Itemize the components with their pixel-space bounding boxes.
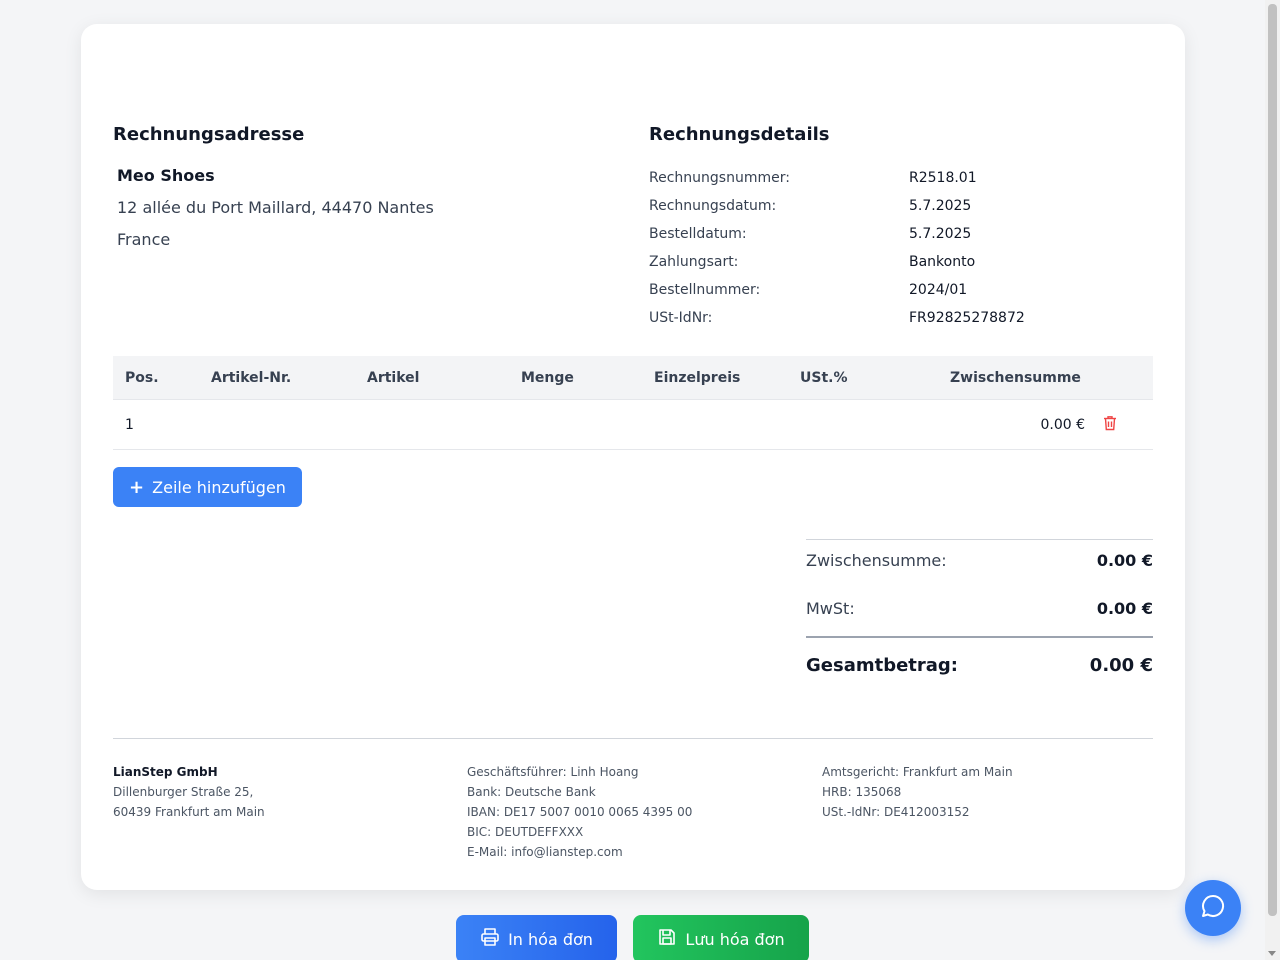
grand-total-row: Gesamtbetrag: 0.00 € <box>806 638 1153 692</box>
header-pos: Pos. <box>125 369 159 386</box>
line-items-table: Pos. Artikel-Nr. Artikel Menge Einzelpre… <box>113 356 1153 450</box>
header-article: Artikel <box>367 369 420 386</box>
detail-label: USt-IdNr: <box>649 310 713 326</box>
scroll-down-arrow[interactable] <box>1268 951 1276 956</box>
vat-value: 0.00 € <box>1096 598 1153 618</box>
save-icon <box>657 927 677 951</box>
plus-icon: + <box>129 476 145 498</box>
company-street: Dillenburger Straße 25, <box>113 785 254 799</box>
header-subtotal: Zwischensumme <box>950 369 1081 386</box>
printer-icon <box>480 927 500 951</box>
detail-value[interactable]: Bankonto <box>909 254 975 270</box>
company-vat-id: USt.-IdNr: DE412003152 <box>822 805 970 819</box>
add-row-label: Zeile hinzufügen <box>152 477 286 497</box>
trash-icon[interactable] <box>1103 415 1119 433</box>
grand-total-value: 0.00 € <box>1089 654 1153 676</box>
totals-summary: Zwischensumme: 0.00 € MwSt: 0.00 € Gesam… <box>806 539 1153 692</box>
page-scrollbar[interactable] <box>1265 0 1280 960</box>
save-label: Lưu hóa đơn <box>685 929 785 949</box>
bic: BIC: DEUTDEFFXXX <box>467 825 584 839</box>
detail-label: Zahlungsart: <box>649 254 739 270</box>
detail-value[interactable]: 5.7.2025 <box>909 198 971 214</box>
invoice-details-title: Rechnungsdetails <box>649 124 830 145</box>
subtotal-row: Zwischensumme: 0.00 € <box>806 540 1153 580</box>
scrollbar-thumb[interactable] <box>1268 4 1277 916</box>
invoice-card: Rechnungsadresse Meo Shoes 12 allée du P… <box>81 24 1185 890</box>
customer-country: France <box>117 230 171 249</box>
hrb: HRB: 135068 <box>822 785 902 799</box>
header-unit-price: Einzelpreis <box>654 369 741 386</box>
email: E-Mail: info@lianstep.com <box>467 845 623 859</box>
header-quantity: Menge <box>521 369 574 386</box>
vat-row: MwSt: 0.00 € <box>806 580 1153 636</box>
footer-bank: Geschäftsführer: Linh Hoang Bank: Deutsc… <box>467 762 692 862</box>
cell-pos: 1 <box>125 416 134 433</box>
bank-name: Bank: Deutsche Bank <box>467 785 596 799</box>
billing-address-title: Rechnungsadresse <box>113 124 305 145</box>
detail-row-invoice-number: Rechnungsnummer: R2518.01 <box>649 164 1169 192</box>
detail-value[interactable]: R2518.01 <box>909 170 977 186</box>
header-article-no: Artikel-Nr. <box>211 369 292 386</box>
footer-company: LianStep GmbH Dillenburger Straße 25, 60… <box>113 762 265 822</box>
detail-label: Rechnungsnummer: <box>649 170 790 186</box>
chat-button[interactable] <box>1185 880 1241 936</box>
company-city: 60439 Frankfurt am Main <box>113 805 265 819</box>
print-invoice-button[interactable]: In hóa đơn <box>456 915 617 960</box>
grand-total-label: Gesamtbetrag: <box>806 654 959 676</box>
vat-label: MwSt: <box>806 598 855 618</box>
detail-value[interactable]: FR92825278872 <box>909 310 1025 326</box>
iban: IBAN: DE17 5007 0010 0065 4395 00 <box>467 805 693 819</box>
chat-bubble-icon <box>1200 893 1226 923</box>
save-invoice-button[interactable]: Lưu hóa đơn <box>633 915 809 960</box>
add-row-button[interactable]: + Zeile hinzufügen <box>113 467 302 507</box>
subtotal-value: 0.00 € <box>1096 550 1153 570</box>
header-vat: USt.% <box>800 369 848 386</box>
cell-subtotal: 0.00 € <box>1040 416 1085 433</box>
table-row: 1 0.00 € <box>113 400 1153 450</box>
subtotal-label: Zwischensumme: <box>806 550 947 570</box>
invoice-details: Rechnungsnummer: R2518.01 Rechnungsdatum… <box>649 164 1169 332</box>
detail-label: Rechnungsdatum: <box>649 198 777 214</box>
print-label: In hóa đơn <box>508 929 593 949</box>
table-header: Pos. Artikel-Nr. Artikel Menge Einzelpre… <box>113 356 1153 400</box>
footer-registry: Amtsgericht: Frankfurt am Main HRB: 1350… <box>822 762 1013 822</box>
detail-row-order-number: Bestellnummer: 2024/01 <box>649 276 1169 304</box>
court: Amtsgericht: Frankfurt am Main <box>822 765 1013 779</box>
detail-row-order-date: Bestelldatum: 5.7.2025 <box>649 220 1169 248</box>
detail-label: Bestelldatum: <box>649 226 747 242</box>
customer-street: 12 allée du Port Maillard, 44470 Nantes <box>117 198 434 217</box>
managing-director: Geschäftsführer: Linh Hoang <box>467 765 639 779</box>
detail-label: Bestellnummer: <box>649 282 761 298</box>
detail-row-invoice-date: Rechnungsdatum: 5.7.2025 <box>649 192 1169 220</box>
detail-value[interactable]: 2024/01 <box>909 282 967 298</box>
detail-row-vat-id: USt-IdNr: FR92825278872 <box>649 304 1169 332</box>
company-name: LianStep GmbH <box>113 765 218 779</box>
customer-name: Meo Shoes <box>117 166 215 185</box>
footer-divider <box>113 738 1153 739</box>
detail-row-payment-method: Zahlungsart: Bankonto <box>649 248 1169 276</box>
detail-value[interactable]: 5.7.2025 <box>909 226 971 242</box>
